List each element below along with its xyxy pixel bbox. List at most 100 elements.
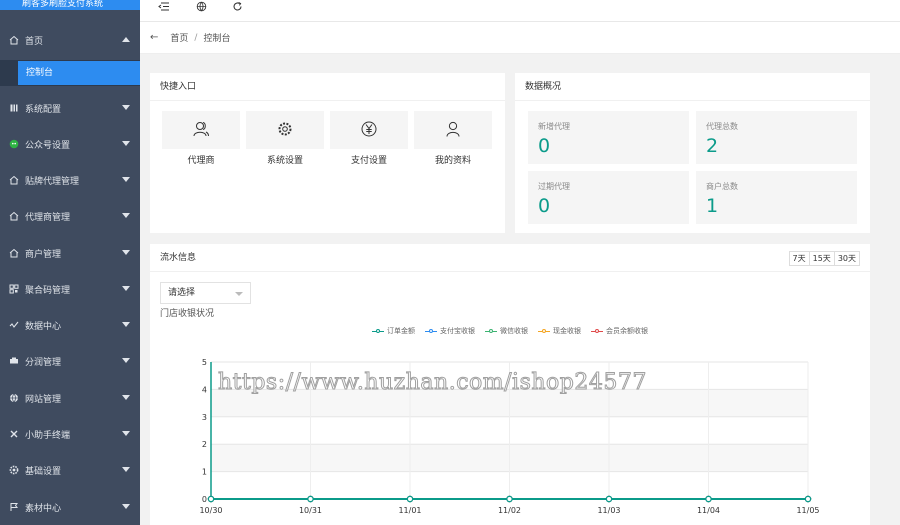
brand-title: 刷客多刷脸支付系统 [0,0,140,10]
stat-label: 商户总数 [706,182,738,191]
sidebar-item-label: 分润管理 [25,357,62,368]
sidebar-item-website[interactable]: 网站管理 [0,380,140,416]
sidebar-item-basic-settings[interactable]: 基础设置 [0,452,140,488]
home-icon [8,247,20,259]
sidebar-item-wechat-settings[interactable]: 公众号设置 [0,126,140,162]
legend-label: 会员余额收银 [606,327,648,335]
submenu-home: 控制台 [0,60,140,86]
sidebar-item-data-center[interactable]: 数据中心 [0,307,140,343]
y-tick-label: 3 [202,413,207,422]
chevron-down-icon [122,395,130,400]
stat-label: 过期代理 [538,182,570,191]
chevron-down-icon [122,504,130,509]
gear-icon [8,464,20,476]
x-tick-label: 11/04 [697,506,720,515]
stat-value: 2 [706,135,719,157]
chart-icon [8,319,20,331]
data-point [804,495,812,503]
globe-icon [8,392,20,404]
legend-label: 现金收银 [553,327,581,335]
stat-total-agents: 代理总数 2 [696,111,857,164]
quick-entry-my-profile[interactable] [414,111,492,149]
gear-icon [276,120,294,141]
sidebar-item-label: 商户管理 [25,249,62,260]
quick-entry-payment-settings[interactable] [330,111,408,149]
sidebar-item-agent-management[interactable]: 代理商管理 [0,198,140,234]
range-selector: 7天 15天 30天 [788,251,860,266]
breadcrumb-home[interactable]: 首页 [170,31,188,44]
breadcrumb-separator: / [194,32,198,43]
money-icon [8,355,20,367]
menu-collapse-icon[interactable] [157,0,171,12]
chevron-down-icon [122,213,130,218]
data-point [705,495,712,503]
quick-entry-label: 系统设置 [266,156,303,166]
y-tick-label: 2 [202,440,207,449]
legend-item[interactable]: 现金收银 [538,326,581,336]
globe-icon[interactable] [194,0,208,12]
chevron-down-icon [122,286,130,291]
legend-item[interactable]: 订单金额 [372,326,415,336]
x-tick-label: 11/02 [498,506,521,515]
chevron-up-icon [122,37,130,42]
stat-total-merchants: 商户总数 1 [696,171,857,224]
legend-swatch [485,329,497,333]
home-icon [8,210,20,222]
sidebar-item-merchant-management[interactable]: 商户管理 [0,235,140,271]
legend-item[interactable]: 支付宝收银 [425,326,475,336]
sidebar-item-profit-sharing[interactable]: 分润管理 [0,343,140,379]
flow-info-title: 流水信息 [150,244,870,272]
quick-entry-label: 支付设置 [350,156,387,166]
range-7d-button[interactable]: 7天 [790,252,809,265]
legend-swatch [425,329,437,333]
y-tick-label: 5 [202,358,207,367]
store-select[interactable]: 请选择 [160,282,251,304]
data-point [406,495,414,503]
x-tick-label: 10/31 [299,506,322,515]
sidebar-item-oem-agent[interactable]: 贴牌代理管理 [0,162,140,198]
sidebar-item-material-center[interactable]: 素材中心 [0,489,140,525]
chevron-down-icon [235,292,243,296]
refresh-icon[interactable] [230,0,244,12]
sidebar: 刷客多刷脸支付系统 首页 控制台 系统配置 公众号设置 贴牌代理管理 代理商管理… [0,0,140,525]
data-overview-title: 数据概况 [515,73,870,101]
chevron-down-icon [122,105,130,110]
y-tick-label: 1 [202,468,207,477]
qrcode-icon [8,283,20,295]
quick-entry-card: 快捷入口 代理商 系统设置 支付设置 我的资料 [150,73,505,233]
x-tick-label: 11/03 [597,506,620,515]
chart-legend: 订单金额 支付宝收银 微信收银 现金收银 会员余额收银 [150,326,870,336]
legend-item[interactable]: 会员余额收银 [591,326,648,336]
data-point [506,495,513,503]
sidebar-item-label: 素材中心 [25,503,62,514]
x-tick-label: 10/30 [199,506,222,515]
sidebar-item-aggregate-code[interactable]: 聚合码管理 [0,271,140,307]
sidebar-item-system-config[interactable]: 系统配置 [0,90,140,126]
data-point [207,495,215,503]
data-point [307,495,314,503]
y-tick-label: 4 [202,385,207,394]
quick-entry-system-settings[interactable] [246,111,324,149]
chevron-down-icon [122,467,130,472]
data-overview-card: 数据概况 新增代理 0 代理总数 2 过期代理 0 商户总数 1 [515,73,870,233]
legend-label: 订单金额 [387,327,415,335]
chevron-down-icon [122,431,130,436]
legend-item[interactable]: 微信收银 [485,326,528,336]
sidebar-item-home[interactable]: 首页 [0,22,140,58]
sidebar-item-assistant-terminal[interactable]: 小助手终端 [0,416,140,452]
sidebar-item-label: 网站管理 [25,394,62,405]
stat-new-agents: 新增代理 0 [528,111,689,164]
range-15d-button[interactable]: 15天 [808,252,834,265]
range-30d-button[interactable]: 30天 [833,252,859,265]
back-arrow-icon[interactable]: ← [150,32,158,43]
quick-entry-agents[interactable] [162,111,240,149]
sidebar-subitem-dashboard[interactable]: 控制台 [18,61,140,85]
store-select-value: 请选择 [168,288,196,298]
sidebar-item-label: 聚合码管理 [25,285,71,296]
chevron-down-icon [122,141,130,146]
tools-icon [8,428,20,440]
chevron-down-icon [122,250,130,255]
legend-swatch [591,329,603,333]
yen-icon [360,120,378,141]
quick-entry-label: 我的资料 [434,156,471,166]
